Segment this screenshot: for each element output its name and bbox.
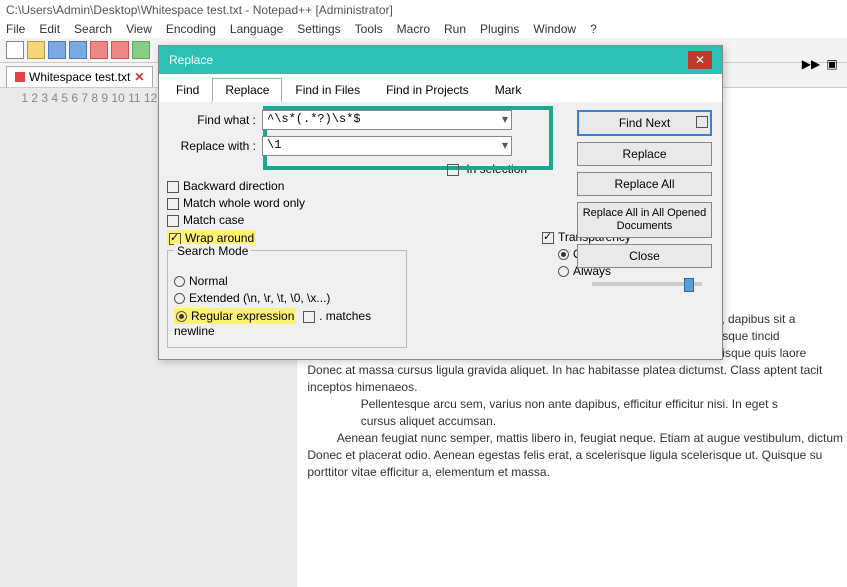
whole-word-label: Match whole word only xyxy=(183,196,305,210)
menu-edit[interactable]: Edit xyxy=(39,22,60,36)
new-file-icon[interactable] xyxy=(6,41,24,59)
dialog-title: Replace xyxy=(169,53,213,67)
menu-file[interactable]: File xyxy=(6,22,25,36)
tab-find-in-projects[interactable]: Find in Projects xyxy=(373,78,482,102)
open-file-icon[interactable] xyxy=(27,41,45,59)
file-tab[interactable]: Whitespace test.txt ✕ xyxy=(6,66,153,87)
backward-label: Backward direction xyxy=(183,179,284,193)
backward-checkbox[interactable] xyxy=(167,181,179,193)
menu-language[interactable]: Language xyxy=(230,22,283,36)
dialog-titlebar[interactable]: Replace ✕ xyxy=(159,46,722,74)
menubar: File Edit Search View Encoding Language … xyxy=(0,20,847,38)
menu-encoding[interactable]: Encoding xyxy=(166,22,216,36)
menu-tools[interactable]: Tools xyxy=(355,22,383,36)
replace-dialog: Replace ✕ Find Replace Find in Files Fin… xyxy=(158,45,723,360)
tab-mark[interactable]: Mark xyxy=(482,78,535,102)
mode-extended-label: Extended (\n, \r, \t, \0, \x...) xyxy=(189,291,330,305)
find-what-input[interactable]: ^\s*(.*?)\s*$ xyxy=(262,110,512,130)
record-icon[interactable]: ▶▶ xyxy=(802,55,820,73)
transparency-checkbox[interactable] xyxy=(542,232,554,244)
menu-macro[interactable]: Macro xyxy=(397,22,430,36)
title-text: C:\Users\Admin\Desktop\Whitespace test.t… xyxy=(6,3,393,17)
match-case-checkbox[interactable] xyxy=(167,215,179,227)
menu-window[interactable]: Window xyxy=(533,22,576,36)
replace-with-input[interactable]: \1 xyxy=(262,136,512,156)
menu-run[interactable]: Run xyxy=(444,22,466,36)
search-mode-label: Search Mode xyxy=(174,244,251,258)
dialog-close-icon[interactable]: ✕ xyxy=(688,51,712,69)
tab-find-in-files[interactable]: Find in Files xyxy=(282,78,373,102)
replace-all-open-button[interactable]: Replace All in All Opened Documents xyxy=(577,202,712,238)
mode-regex-radio[interactable] xyxy=(176,311,187,322)
button-column: Find Next Replace Replace All Replace Al… xyxy=(577,110,712,268)
tab-replace[interactable]: Replace xyxy=(212,78,282,102)
mode-normal-radio[interactable] xyxy=(174,276,185,287)
print-icon[interactable] xyxy=(132,41,150,59)
file-tab-label: Whitespace test.txt xyxy=(29,70,130,84)
menu-settings[interactable]: Settings xyxy=(297,22,340,36)
play-icon[interactable]: ▣ xyxy=(823,55,841,73)
mode-normal-label: Normal xyxy=(189,274,228,288)
file-modified-icon xyxy=(15,72,25,82)
dialog-body: Find what : ^\s*(.*?)\s*$ Replace with :… xyxy=(159,102,722,359)
replace-with-label: Replace with : xyxy=(167,139,262,153)
tab-close-icon[interactable]: ✕ xyxy=(134,70,144,84)
tab-find[interactable]: Find xyxy=(163,78,212,102)
toolbar-right: ▶▶ ▣ xyxy=(802,55,841,73)
whole-word-checkbox[interactable] xyxy=(167,198,179,210)
find-next-button[interactable]: Find Next xyxy=(577,110,712,136)
menu-help[interactable]: ? xyxy=(590,22,597,36)
in-selection-checkbox[interactable] xyxy=(447,164,459,176)
replace-all-button[interactable]: Replace All xyxy=(577,172,712,196)
transparency-slider[interactable] xyxy=(592,282,702,286)
close-all-icon[interactable] xyxy=(111,41,129,59)
save-all-icon[interactable] xyxy=(69,41,87,59)
dialog-tabs: Find Replace Find in Files Find in Proje… xyxy=(159,74,722,102)
find-next-toggle-checkbox[interactable] xyxy=(696,116,708,128)
menu-plugins[interactable]: Plugins xyxy=(480,22,519,36)
always-radio[interactable] xyxy=(558,266,569,277)
matches-newline-checkbox[interactable] xyxy=(303,311,315,323)
save-icon[interactable] xyxy=(48,41,66,59)
replace-button[interactable]: Replace xyxy=(577,142,712,166)
mode-regex-label: Regular expression xyxy=(191,309,294,323)
close-file-icon[interactable] xyxy=(90,41,108,59)
wrap-label: Wrap around xyxy=(185,231,254,245)
titlebar: C:\Users\Admin\Desktop\Whitespace test.t… xyxy=(0,0,847,20)
menu-search[interactable]: Search xyxy=(74,22,112,36)
on-losing-radio[interactable] xyxy=(558,249,569,260)
find-what-label: Find what : xyxy=(167,113,262,127)
match-case-label: Match case xyxy=(183,213,244,227)
close-button[interactable]: Close xyxy=(577,244,712,268)
mode-extended-radio[interactable] xyxy=(174,293,185,304)
menu-view[interactable]: View xyxy=(126,22,152,36)
